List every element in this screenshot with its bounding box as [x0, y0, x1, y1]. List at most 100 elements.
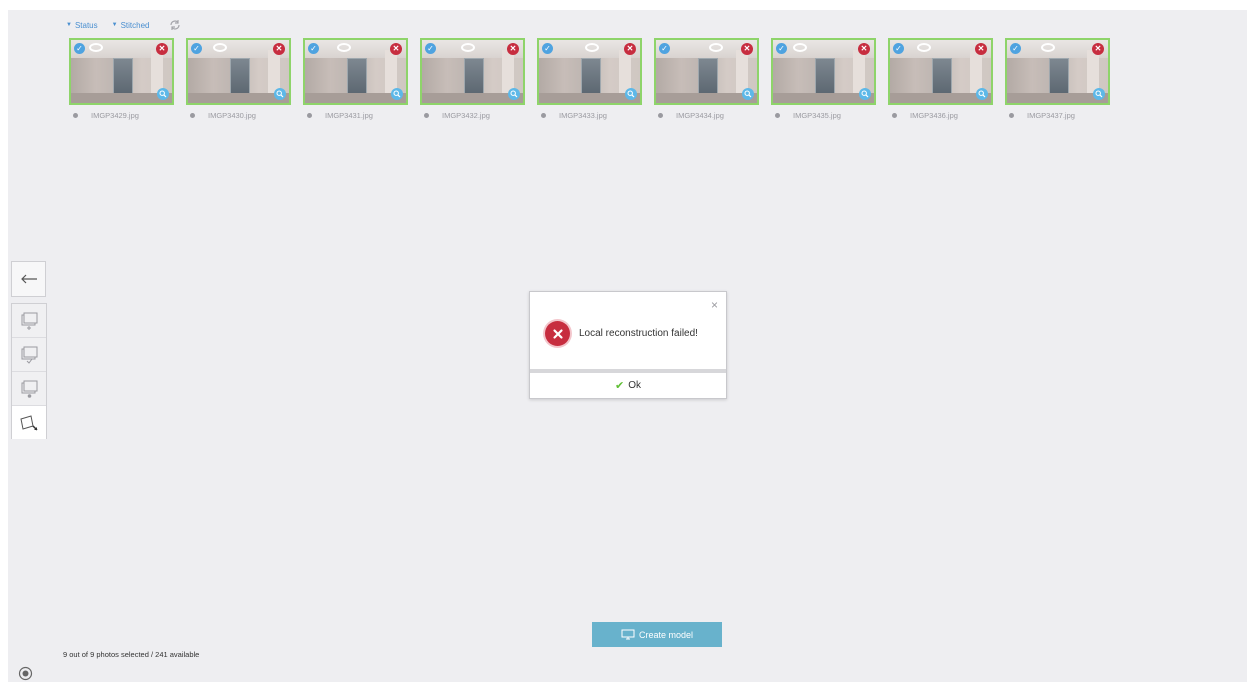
caret-down-icon: ▼	[111, 22, 118, 28]
ok-button-label: Ok	[628, 380, 641, 391]
zoom-icon[interactable]	[625, 88, 637, 100]
select-photos-tool[interactable]	[12, 338, 46, 372]
photo-thumbnail[interactable]: ✓ ✕	[771, 38, 876, 105]
monitor-icon	[621, 629, 635, 640]
caret-down-icon: ▼	[66, 22, 72, 28]
photo-filename: IMGP3432.jpg	[442, 111, 490, 120]
status-dot	[541, 113, 546, 118]
photo-thumbnail[interactable]: ✓ ✕	[654, 38, 759, 105]
zoom-icon[interactable]	[157, 88, 169, 100]
remove-photo-icon[interactable]: ✕	[975, 43, 987, 55]
photo-thumbnail[interactable]: ✓ ✕	[69, 38, 174, 105]
close-icon[interactable]: ×	[711, 298, 718, 312]
photo-add-icon	[21, 312, 38, 330]
selection-status: 9 out of 9 photos selected / 241 availab…	[63, 650, 200, 659]
dialog-message: Local reconstruction failed!	[579, 328, 698, 339]
photo-caption: IMGP3429.jpg	[69, 111, 174, 120]
selected-check-icon[interactable]: ✓	[542, 43, 553, 54]
ok-button[interactable]: ✔ Ok	[530, 373, 726, 398]
dialog-body: Local reconstruction failed!	[545, 321, 698, 346]
photo-thumbnail[interactable]: ✓ ✕	[1005, 38, 1110, 105]
status-dot	[775, 113, 780, 118]
selected-check-icon[interactable]: ✓	[74, 43, 85, 54]
photo-filename: IMGP3430.jpg	[208, 111, 256, 120]
photo-card: ✓ ✕ IMGP3433.jpg	[537, 38, 642, 120]
stitched-filter[interactable]: ▼ Stitched	[112, 21, 150, 30]
zoom-icon[interactable]	[976, 88, 988, 100]
status-dot	[892, 113, 897, 118]
create-model-button[interactable]: Create model	[592, 622, 722, 647]
zoom-icon[interactable]	[508, 88, 520, 100]
thumbnail-window	[1049, 58, 1069, 96]
status-dot	[190, 113, 195, 118]
photo-strip: ✓ ✕ IMGP3429.jpg ✓ ✕ IMGP3430.jpg ✓ ✕ IMGP3431.j…	[69, 38, 1122, 120]
error-icon	[545, 321, 570, 346]
photo-card: ✓ ✕ IMGP3434.jpg	[654, 38, 759, 120]
status-filter[interactable]: ▼ Status	[66, 21, 98, 30]
thumbnail-window	[230, 58, 250, 96]
remove-photo-icon[interactable]: ✕	[741, 43, 753, 55]
filter-bar: ▼ Status ▼ Stitched	[66, 18, 182, 32]
photo-card: ✓ ✕ IMGP3431.jpg	[303, 38, 408, 120]
status-dot	[307, 113, 312, 118]
zoom-icon[interactable]	[859, 88, 871, 100]
thumbnail-lamp	[1041, 43, 1055, 52]
refresh-icon[interactable]	[168, 18, 182, 32]
photo-thumbnail[interactable]: ✓ ✕	[537, 38, 642, 105]
help-icon[interactable]	[18, 666, 33, 681]
thumbnail-lamp	[89, 43, 103, 52]
thumbnail-lamp	[793, 43, 807, 52]
status-dot	[73, 113, 78, 118]
thumbnail-lamp	[917, 43, 931, 52]
add-photos-tool[interactable]	[12, 304, 46, 338]
remove-photo-icon[interactable]: ✕	[624, 43, 636, 55]
zoom-icon[interactable]	[742, 88, 754, 100]
photo-eye-icon	[21, 380, 38, 398]
photo-card: ✓ ✕ IMGP3435.jpg	[771, 38, 876, 120]
photo-card: ✓ ✕ IMGP3436.jpg	[888, 38, 993, 120]
photo-thumbnail[interactable]: ✓ ✕	[186, 38, 291, 105]
selected-check-icon[interactable]: ✓	[425, 43, 436, 54]
thumbnail-window	[932, 58, 952, 96]
error-dialog: × Local reconstruction failed! ✔ Ok	[529, 291, 727, 399]
selected-check-icon[interactable]: ✓	[1010, 43, 1021, 54]
photo-caption: IMGP3435.jpg	[771, 111, 876, 120]
model-tool[interactable]	[12, 406, 46, 439]
photo-caption: IMGP3434.jpg	[654, 111, 759, 120]
create-model-label: Create model	[638, 629, 694, 640]
remove-photo-icon[interactable]: ✕	[390, 43, 402, 55]
thumbnail-window	[464, 58, 484, 96]
selected-check-icon[interactable]: ✓	[191, 43, 202, 54]
photo-thumbnail[interactable]: ✓ ✕	[303, 38, 408, 105]
selected-check-icon[interactable]: ✓	[308, 43, 319, 54]
zoom-icon[interactable]	[1093, 88, 1105, 100]
remove-photo-icon[interactable]: ✕	[1092, 43, 1104, 55]
remove-photo-icon[interactable]: ✕	[858, 43, 870, 55]
remove-photo-icon[interactable]: ✕	[156, 43, 168, 55]
selected-check-icon[interactable]: ✓	[893, 43, 904, 54]
arrow-left-icon	[20, 274, 37, 284]
photo-caption: IMGP3431.jpg	[303, 111, 408, 120]
photo-filename: IMGP3431.jpg	[325, 111, 373, 120]
thumbnail-lamp	[585, 43, 599, 52]
remove-photo-icon[interactable]: ✕	[507, 43, 519, 55]
selected-check-icon[interactable]: ✓	[776, 43, 787, 54]
photo-caption: IMGP3432.jpg	[420, 111, 525, 120]
photo-thumbnail[interactable]: ✓ ✕	[420, 38, 525, 105]
back-button[interactable]	[11, 261, 46, 297]
thumbnail-window	[581, 58, 601, 96]
zoom-icon[interactable]	[274, 88, 286, 100]
check-icon: ✔	[615, 380, 625, 392]
zoom-icon[interactable]	[391, 88, 403, 100]
tool-panel	[11, 303, 47, 439]
photo-thumbnail[interactable]: ✓ ✕	[888, 38, 993, 105]
remove-photo-icon[interactable]: ✕	[273, 43, 285, 55]
photo-caption: IMGP3436.jpg	[888, 111, 993, 120]
selected-check-icon[interactable]: ✓	[659, 43, 670, 54]
photo-filename: IMGP3435.jpg	[793, 111, 841, 120]
thumbnail-lamp	[709, 43, 723, 52]
photo-check-icon	[21, 346, 38, 364]
photo-filename: IMGP3433.jpg	[559, 111, 607, 120]
view-photos-tool[interactable]	[12, 372, 46, 406]
stitched-filter-label: Stitched	[120, 20, 150, 30]
